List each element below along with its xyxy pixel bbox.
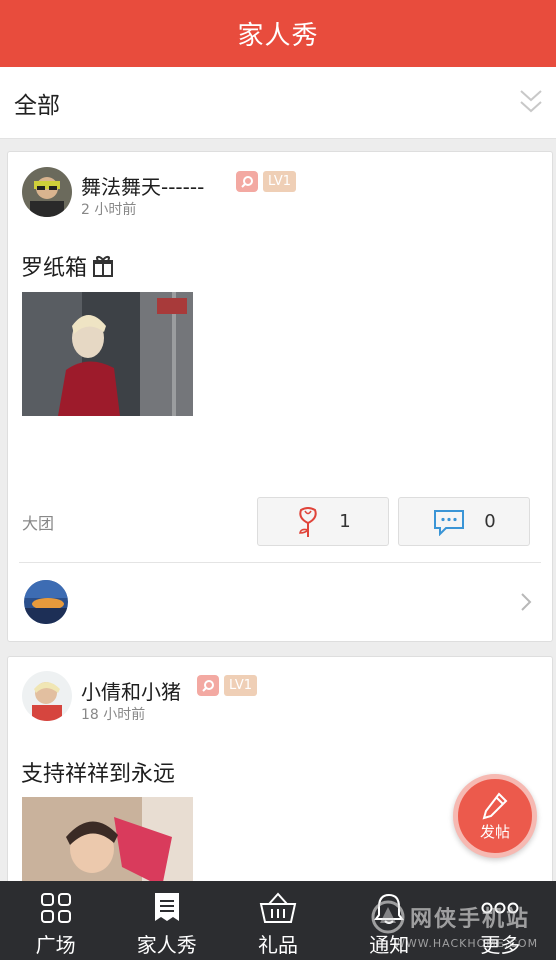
divider [19,562,541,563]
search-badge-icon [197,675,219,696]
search-badge-icon [236,171,258,192]
comment-icon [434,509,465,536]
app-header: 家人秀 [0,0,556,67]
filter-bar[interactable]: 全部 [0,67,556,139]
new-post-button[interactable]: 发帖 [453,774,537,858]
tab-family-show[interactable]: 家人秀 [111,881,222,960]
rose-icon [299,506,317,537]
pen-icon [482,791,508,819]
document-icon [154,893,179,921]
post-title-text: 罗纸箱 [21,256,88,281]
avatar[interactable] [22,167,72,217]
fan-avatar[interactable] [24,580,68,624]
grid-icon [40,893,71,923]
tab-label: 家人秀 [136,933,197,957]
tab-gifts[interactable]: 礼品 [222,881,333,960]
comment-count: 0 [484,511,496,532]
tab-label: 礼品 [258,933,298,957]
flower-button[interactable]: 1 [257,497,389,546]
post-card[interactable]: 舞法舞天------ LV1 2 小时前 罗纸箱 大团 1 0 [7,151,553,642]
tab-notifications[interactable]: 通知 [334,881,445,960]
avatar[interactable] [22,671,72,721]
gift-box-icon [93,256,114,277]
comment-button[interactable]: 0 [398,497,530,546]
username[interactable]: 舞法舞天------ [81,171,204,200]
post-image[interactable] [22,292,193,416]
post-time: 18 小时前 [81,707,146,723]
filter-label: 全部 [14,92,60,119]
new-post-label: 发帖 [479,822,510,841]
level-badge: LV1 [263,171,296,192]
tab-label: 更多 [480,933,521,957]
flower-count: 1 [339,511,351,532]
username[interactable]: 小倩和小猪 [81,676,181,705]
post-time: 2 小时前 [81,202,137,218]
group-name: 大团 [22,514,55,533]
bell-icon [374,893,405,924]
tab-square[interactable]: 广场 [0,881,111,960]
double-chevron-down-icon[interactable] [518,87,544,117]
post-title[interactable]: 罗纸箱 [21,250,115,282]
chevron-right-icon[interactable] [520,592,532,612]
bottom-tab-bar: 广场 家人秀 礼品 通知 更多 [0,881,556,960]
level-badge: LV1 [224,675,257,696]
tab-label: 通知 [369,933,410,957]
post-title-text: 支持祥祥到永远 [21,762,176,787]
page-title: 家人秀 [237,21,319,51]
post-title[interactable]: 支持祥祥到永远 [21,756,175,788]
tab-more[interactable]: 更多 [445,881,556,960]
basket-icon [259,892,297,923]
tab-label: 广场 [35,933,76,957]
more-dots-icon [481,902,519,914]
